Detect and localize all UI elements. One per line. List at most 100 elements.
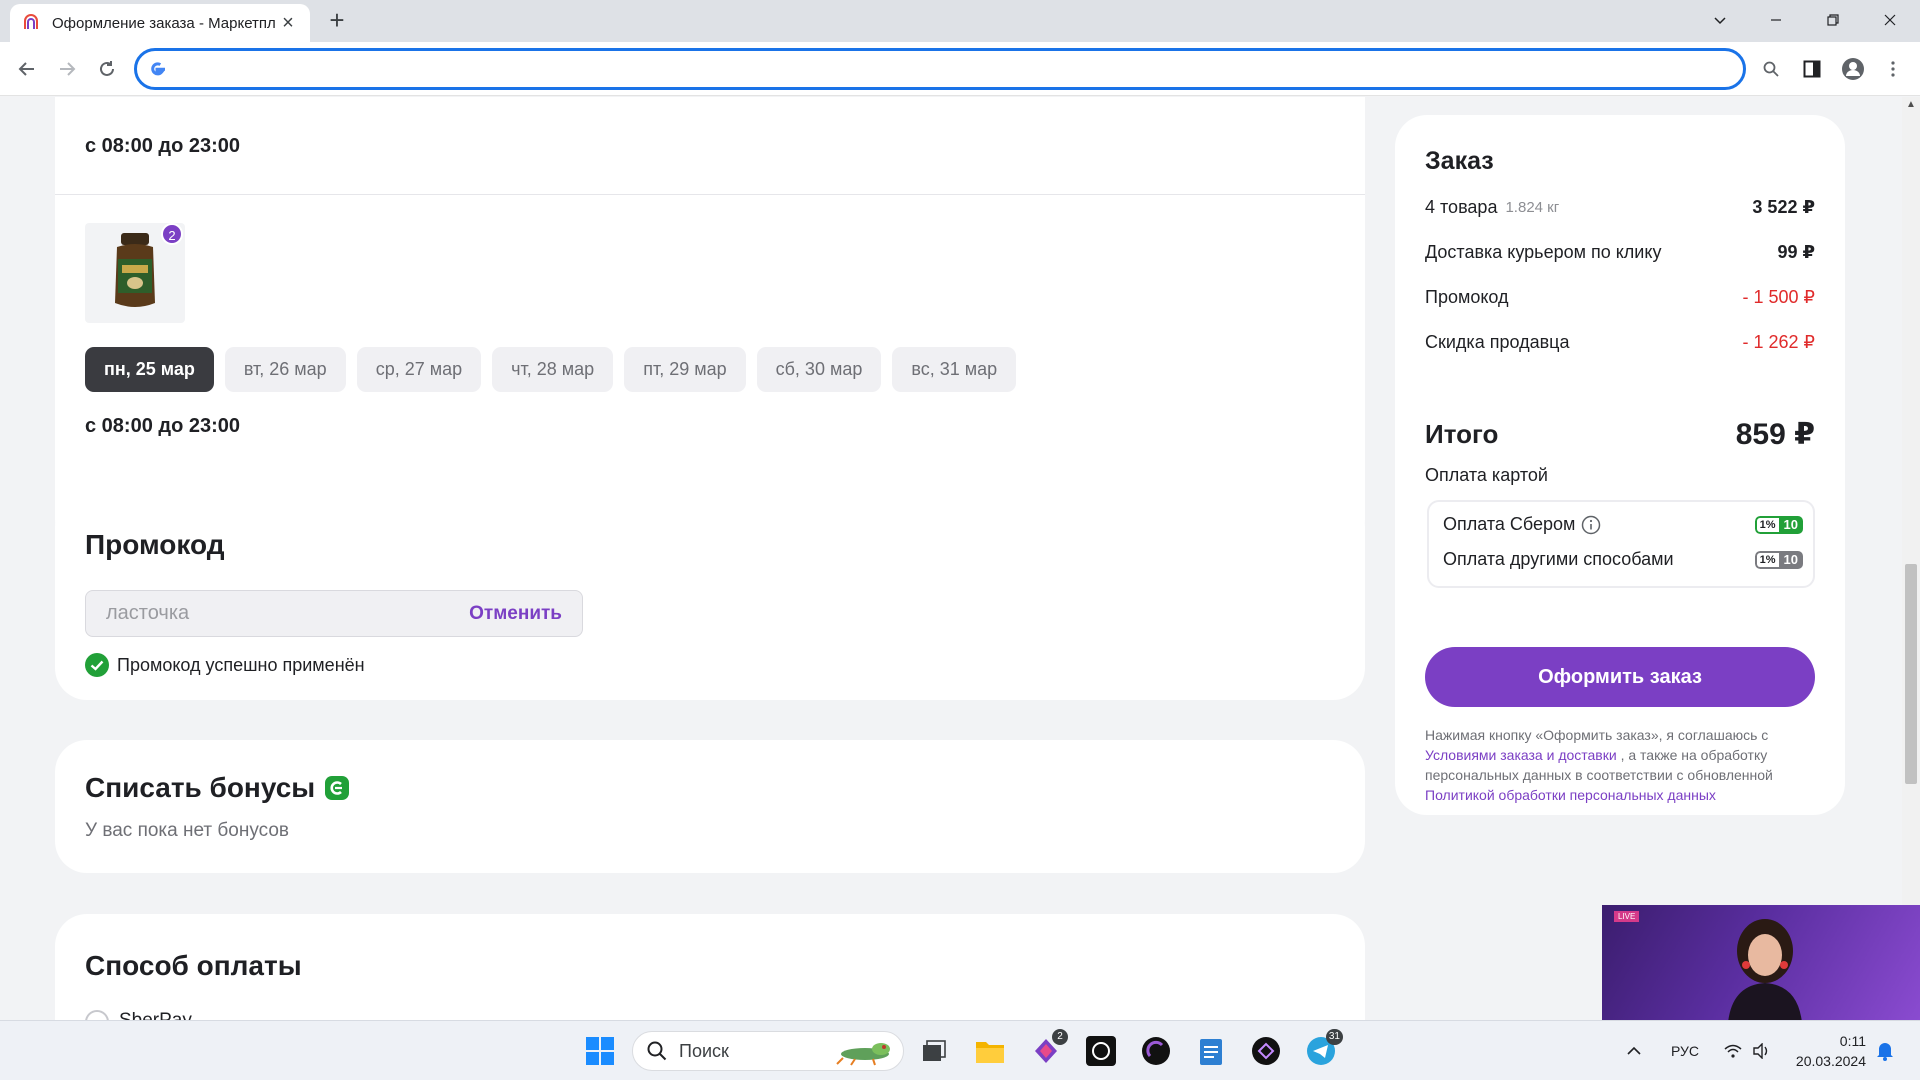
order-summary-card: Заказ 4 товара 1.824 кг 3 522 ₽ Доставка… bbox=[1395, 115, 1845, 815]
legal-prefix: Нажимая кнопку «Оформить заказ», я согла… bbox=[1425, 727, 1769, 743]
info-icon[interactable] bbox=[1581, 515, 1601, 535]
seller-discount-row: Скидка продавца - 1 262 ₽ bbox=[1425, 332, 1815, 353]
cashback-percent: 1% bbox=[1754, 515, 1779, 534]
telegram-icon[interactable]: 31 bbox=[1303, 1029, 1343, 1069]
date-chip-active[interactable]: пн, 25 мар bbox=[85, 347, 214, 392]
browser-menu-icon[interactable] bbox=[1878, 54, 1908, 84]
tab-title: Оформление заказа - Маркетплейс bbox=[52, 14, 276, 32]
search-icon bbox=[647, 1041, 667, 1061]
delivery-time-bottom: с 08:00 до 23:00 bbox=[85, 415, 241, 437]
volume-icon[interactable] bbox=[1752, 1021, 1770, 1080]
notification-bell-icon[interactable] bbox=[1876, 1021, 1894, 1080]
total-row: Итого 859 ₽ bbox=[1425, 417, 1815, 452]
show-hidden-icons[interactable] bbox=[1627, 1021, 1641, 1080]
restore-button[interactable] bbox=[1805, 0, 1861, 40]
zoom-search-icon[interactable] bbox=[1756, 54, 1786, 84]
windows-start-icon[interactable] bbox=[584, 1035, 616, 1067]
page-scrollbar[interactable]: ▲ bbox=[1902, 97, 1920, 1020]
delivery-row: Доставка курьером по клику 99 ₽ bbox=[1425, 242, 1815, 263]
promo-code-input[interactable]: ласточка Отменить bbox=[85, 590, 583, 637]
check-circle-icon bbox=[85, 653, 109, 677]
lizard-search-highlight-icon bbox=[836, 1043, 890, 1066]
total-label: Итого bbox=[1425, 419, 1499, 449]
delivery-value: 99 ₽ bbox=[1777, 242, 1815, 262]
date-chip[interactable]: вс, 31 мар bbox=[892, 347, 1017, 392]
scroll-up-arrow-icon[interactable]: ▲ bbox=[1906, 99, 1916, 110]
seller-discount-label: Скидка продавца bbox=[1425, 332, 1570, 352]
taskbar-clock[interactable]: 0:11 20.03.2024 bbox=[1786, 1031, 1866, 1071]
payment-option-label[interactable]: SberPay bbox=[119, 1010, 192, 1020]
side-panel-icon[interactable] bbox=[1797, 54, 1827, 84]
bonus-title: Списать бонусы bbox=[85, 772, 316, 803]
reload-button[interactable] bbox=[90, 52, 124, 86]
promo-code-value: ласточка bbox=[106, 602, 190, 624]
notepad-icon[interactable] bbox=[1193, 1033, 1229, 1069]
sber-cashback-badge: 1% 10 bbox=[1754, 515, 1803, 534]
payment-method-text: Оплата картой bbox=[1425, 465, 1548, 485]
wifi-icon[interactable] bbox=[1724, 1021, 1742, 1080]
clock-time: 0:11 bbox=[1839, 1033, 1866, 1049]
payment-radio[interactable] bbox=[85, 1010, 109, 1020]
bonus-subtitle: У вас пока нет бонусов bbox=[85, 820, 290, 841]
pay-other-label: Оплата другими способами bbox=[1443, 549, 1674, 569]
browser-tabbar: Оформление заказа - Маркетплейс × + bbox=[0, 0, 1920, 42]
forward-button[interactable] bbox=[50, 52, 84, 86]
pay-sber-option: Оплата Сбером 1% 10 bbox=[1443, 514, 1803, 535]
taskbar-search-placeholder: Поиск bbox=[679, 1040, 729, 1061]
promo-title: Промокод bbox=[85, 529, 225, 560]
clock-date: 20.03.2024 bbox=[1795, 1053, 1866, 1069]
hp-app-icon[interactable] bbox=[1083, 1033, 1119, 1069]
promo-cancel-button[interactable]: Отменить bbox=[469, 603, 562, 625]
delivery-label: Доставка курьером по клику bbox=[1425, 242, 1662, 262]
taskbar-search[interactable]: Поиск bbox=[632, 1031, 904, 1071]
media-app-icon[interactable] bbox=[1138, 1033, 1174, 1069]
video-overlay[interactable]: LIVE bbox=[1602, 905, 1920, 1020]
date-chip[interactable]: пт, 29 мар bbox=[624, 347, 746, 392]
order-title: Заказ bbox=[1425, 147, 1494, 175]
new-tab-button[interactable]: + bbox=[323, 6, 351, 34]
tab-close-icon[interactable]: × bbox=[278, 13, 298, 33]
pay-other-option: Оплата другими способами 1% 10 bbox=[1443, 549, 1803, 570]
windows-taskbar: Поиск 2 31 РУС 0:11 20.03.2024 bbox=[0, 1020, 1920, 1080]
date-chip[interactable]: вт, 26 мар bbox=[224, 347, 346, 392]
close-window-button[interactable] bbox=[1862, 0, 1918, 40]
copilot-app-icon[interactable]: 2 bbox=[1028, 1029, 1068, 1069]
promo-success-text: Промокод успешно применён bbox=[117, 654, 365, 675]
telegram-notification-badge: 31 bbox=[1325, 1029, 1343, 1045]
date-chip[interactable]: сб, 30 мар bbox=[756, 347, 882, 392]
tab-search-chevron-icon[interactable] bbox=[1692, 0, 1748, 40]
minimize-button[interactable] bbox=[1748, 0, 1804, 40]
live-badge: LIVE bbox=[1614, 911, 1640, 922]
scroll-thumb[interactable] bbox=[1905, 564, 1917, 784]
date-chip[interactable]: чт, 28 мар bbox=[492, 347, 614, 392]
back-button[interactable] bbox=[10, 52, 44, 86]
address-bar[interactable] bbox=[134, 48, 1746, 90]
file-explorer-icon[interactable] bbox=[972, 1033, 1008, 1069]
sber-bonus-icon bbox=[325, 776, 350, 800]
browser-tab[interactable]: Оформление заказа - Маркетплейс × bbox=[10, 4, 310, 42]
seller-discount-value: - 1 262 ₽ bbox=[1742, 332, 1816, 352]
video-presenter-image bbox=[1728, 919, 1802, 1020]
task-view-icon[interactable] bbox=[916, 1033, 952, 1069]
items-value: 3 522 ₽ bbox=[1752, 197, 1815, 217]
checkout-button[interactable]: Оформить заказ bbox=[1425, 647, 1815, 707]
payment-cashback-box: Оплата Сбером 1% 10 Оплата другими спосо… bbox=[1427, 500, 1815, 588]
cashback-amount: 10 bbox=[1778, 550, 1803, 569]
payment-title: Способ оплаты bbox=[85, 950, 302, 981]
marketplace-favicon-icon bbox=[24, 14, 38, 29]
app-notification-badge: 2 bbox=[1052, 1029, 1068, 1045]
language-indicator[interactable]: РУС bbox=[1671, 1021, 1699, 1080]
promo-row: Промокод - 1 500 ₽ bbox=[1425, 287, 1815, 308]
payment-method-card: Способ оплаты SberPay bbox=[55, 914, 1365, 1020]
terms-link[interactable]: Условиями заказа и доставки bbox=[1425, 747, 1617, 763]
legal-notice: Нажимая кнопку «Оформить заказ», я согла… bbox=[1425, 725, 1820, 805]
cashback-amount: 10 bbox=[1778, 515, 1803, 534]
privacy-policy-link[interactable]: Политикой обработки персональных данных bbox=[1425, 787, 1716, 803]
date-chip[interactable]: ср, 27 мар bbox=[356, 347, 482, 392]
items-label: 4 товара bbox=[1425, 197, 1498, 217]
divider bbox=[55, 194, 1365, 195]
cashback-percent: 1% bbox=[1754, 550, 1779, 569]
profile-avatar-icon[interactable] bbox=[1838, 54, 1868, 84]
browser-app-icon[interactable] bbox=[1248, 1033, 1284, 1069]
bonus-title-row: Списать бонусы bbox=[85, 772, 350, 804]
